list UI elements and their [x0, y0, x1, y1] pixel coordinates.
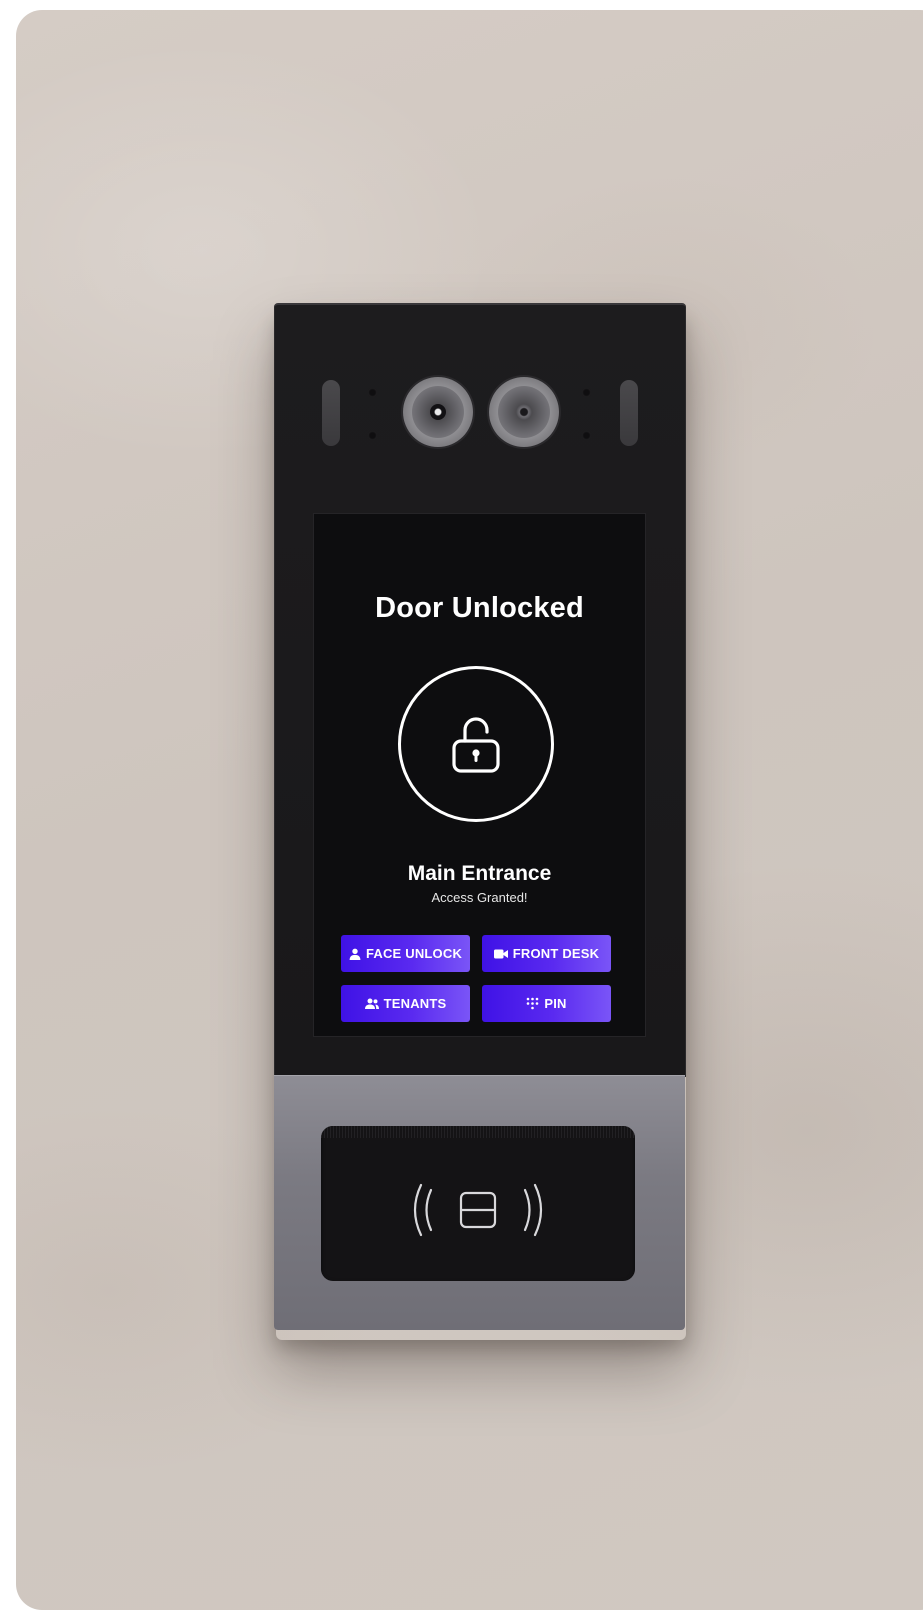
right-led-bottom [582, 431, 591, 440]
access-status: Access Granted! [431, 890, 528, 905]
touch-screen: Door Unlocked Main Entrance Access Grant… [314, 514, 645, 1036]
pin-button[interactable]: PIN [482, 985, 611, 1022]
people-icon [364, 998, 379, 1009]
right-camera-lens-ring [498, 386, 550, 438]
person-icon [349, 948, 361, 960]
right-camera-lens [516, 404, 532, 420]
unlocked-padlock-icon [452, 717, 500, 773]
speaker-grille [321, 1126, 635, 1138]
front-desk-label: FRONT DESK [512, 946, 600, 961]
right-sensor-slot [620, 380, 638, 446]
nfc-card-icon [413, 1183, 543, 1237]
left-led-bottom [368, 431, 377, 440]
location-name: Main Entrance [407, 862, 552, 885]
face-unlock-button[interactable]: FACE UNLOCK [341, 935, 470, 972]
intercom-device-lower [274, 1075, 685, 1330]
screen-title: Door Unlocked [375, 592, 584, 624]
pin-label: PIN [544, 996, 567, 1011]
right-led-top [582, 388, 591, 397]
card-reader-panel[interactable] [321, 1126, 635, 1281]
tenants-button[interactable]: TENANTS [341, 985, 470, 1022]
video-camera-icon [493, 949, 508, 958]
face-unlock-label: FACE UNLOCK [365, 946, 463, 961]
front-desk-button[interactable]: FRONT DESK [482, 935, 611, 972]
left-camera [403, 377, 473, 447]
tenants-label: TENANTS [383, 996, 447, 1011]
left-camera-lens-ring [412, 386, 464, 438]
right-camera [489, 377, 559, 447]
status-ring [398, 666, 554, 822]
left-led-top [368, 388, 377, 397]
left-sensor-slot [322, 380, 340, 446]
keypad-icon [527, 997, 539, 1010]
left-camera-lens [430, 404, 446, 420]
